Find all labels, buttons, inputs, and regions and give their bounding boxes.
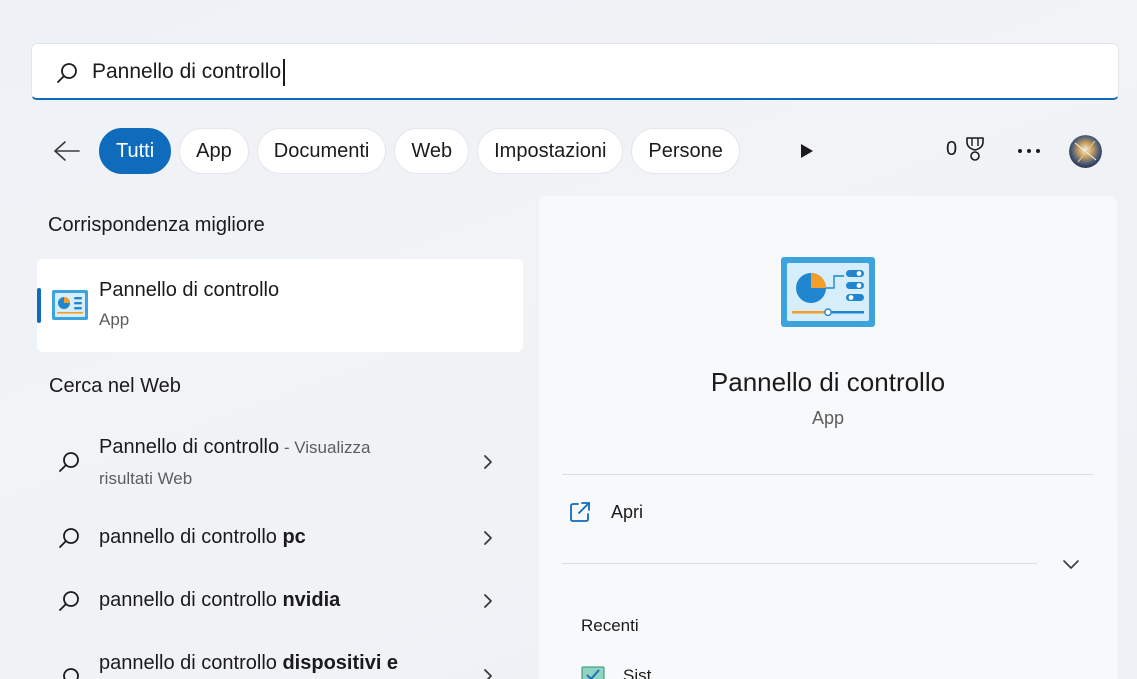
trophy-icon — [966, 137, 984, 161]
control-panel-icon — [52, 290, 88, 320]
web-result-text: pannello di controllo pc — [99, 526, 306, 548]
avatar[interactable] — [1069, 135, 1102, 168]
web-result-text: Pannello di controllo - Visualizza risul… — [99, 436, 371, 488]
open-button[interactable]: Apri — [569, 501, 643, 523]
open-label: Apri — [611, 501, 644, 522]
filter-app[interactable]: App — [179, 128, 249, 174]
best-match-type: App — [99, 310, 130, 329]
divider — [562, 563, 1037, 564]
more-icon — [1018, 149, 1040, 153]
control-panel-icon — [781, 257, 875, 327]
user-avatar-icon — [1069, 135, 1102, 168]
best-match-name: Pannello di controllo — [99, 279, 280, 301]
back-arrow-icon — [54, 141, 80, 161]
preview-app-type: App — [811, 408, 845, 428]
recent-item[interactable]: Sist — [581, 666, 651, 679]
selection-indicator — [37, 288, 41, 323]
chevron-right-icon — [484, 669, 492, 679]
chevron-right-icon — [484, 531, 492, 545]
more-filters-button[interactable] — [794, 138, 820, 164]
system-icon — [581, 666, 605, 679]
web-result-1[interactable]: Pannello di controllo - Visualizza risul… — [40, 432, 520, 494]
back-button[interactable] — [50, 135, 84, 167]
web-result-2[interactable]: pannello di controllo pc — [40, 522, 520, 554]
open-external-icon — [570, 502, 590, 522]
filter-documenti[interactable]: Documenti — [256, 128, 387, 174]
preview-panel: Pannello di controllo App Apri Recenti S… — [539, 196, 1117, 679]
best-match-title: Corrispondenza migliore — [48, 214, 265, 236]
search-icon — [63, 668, 79, 679]
search-icon — [59, 452, 79, 472]
filter-tutti[interactable]: Tutti — [99, 128, 172, 174]
rewards-button[interactable]: 0 — [946, 136, 987, 162]
filter-bar: Tutti App Documenti Web Impostazioni Per… — [99, 128, 740, 174]
rewards-points: 0 — [946, 137, 958, 160]
search-box[interactable] — [31, 43, 1119, 100]
filter-impostazioni[interactable]: Impostazioni — [477, 128, 624, 174]
web-result-text: pannello di controllo nvidia — [99, 589, 341, 611]
text-caret — [283, 59, 285, 86]
web-result-text: pannello di controllo dispositivi e — [99, 652, 399, 674]
filter-web[interactable]: Web — [394, 128, 470, 174]
best-match-item[interactable]: Pannello di controllo App — [37, 259, 523, 352]
chevron-right-icon — [484, 594, 492, 608]
preview-app-name: Pannello di controllo — [710, 367, 946, 397]
search-icon — [57, 63, 77, 83]
divider — [562, 474, 1093, 475]
filter-persone[interactable]: Persone — [631, 128, 740, 174]
web-result-4[interactable]: pannello di controllo dispositivi e — [40, 648, 520, 679]
search-input[interactable] — [92, 56, 1092, 88]
recent-title: Recenti — [581, 616, 639, 635]
play-icon — [801, 144, 813, 158]
search-icon — [59, 528, 79, 548]
search-icon — [59, 591, 79, 611]
web-search-title: Cerca nel Web — [49, 375, 181, 397]
chevron-down-icon[interactable] — [1061, 555, 1081, 573]
recent-item-label: Sist — [623, 666, 652, 679]
web-result-3[interactable]: pannello di controllo nvidia — [40, 585, 520, 617]
chevron-right-icon — [484, 455, 492, 469]
more-options-button[interactable] — [1012, 136, 1046, 166]
